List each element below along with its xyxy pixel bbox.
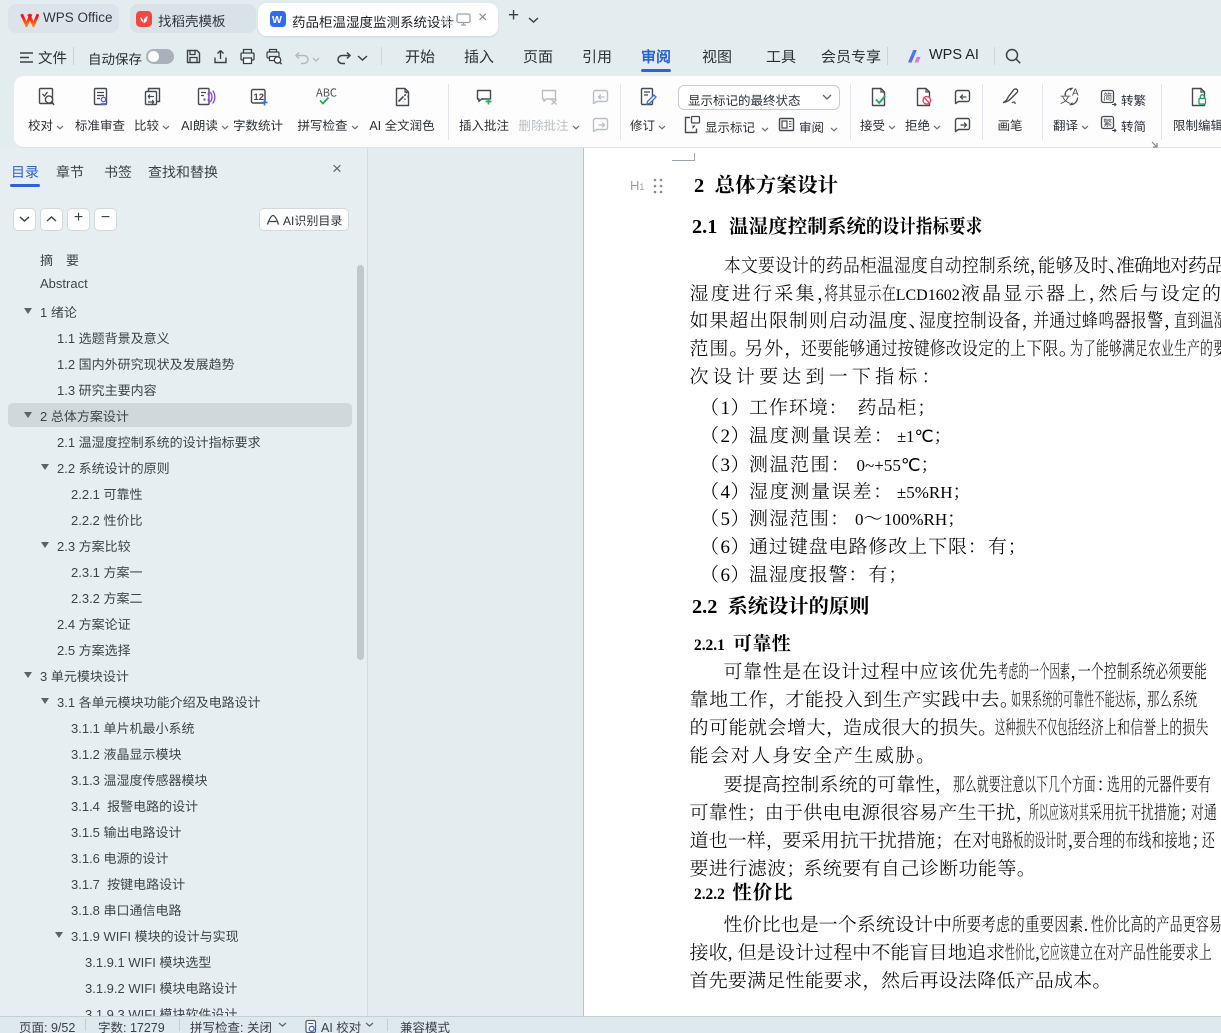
svg-text:简: 简 xyxy=(1103,90,1112,103)
svg-text:12: 12 xyxy=(253,92,264,103)
svg-text:A: A xyxy=(1072,88,1079,99)
svg-text:繁: 繁 xyxy=(1103,116,1112,129)
svg-text:ABC: ABC xyxy=(316,86,337,101)
svg-text:W: W xyxy=(272,14,282,26)
